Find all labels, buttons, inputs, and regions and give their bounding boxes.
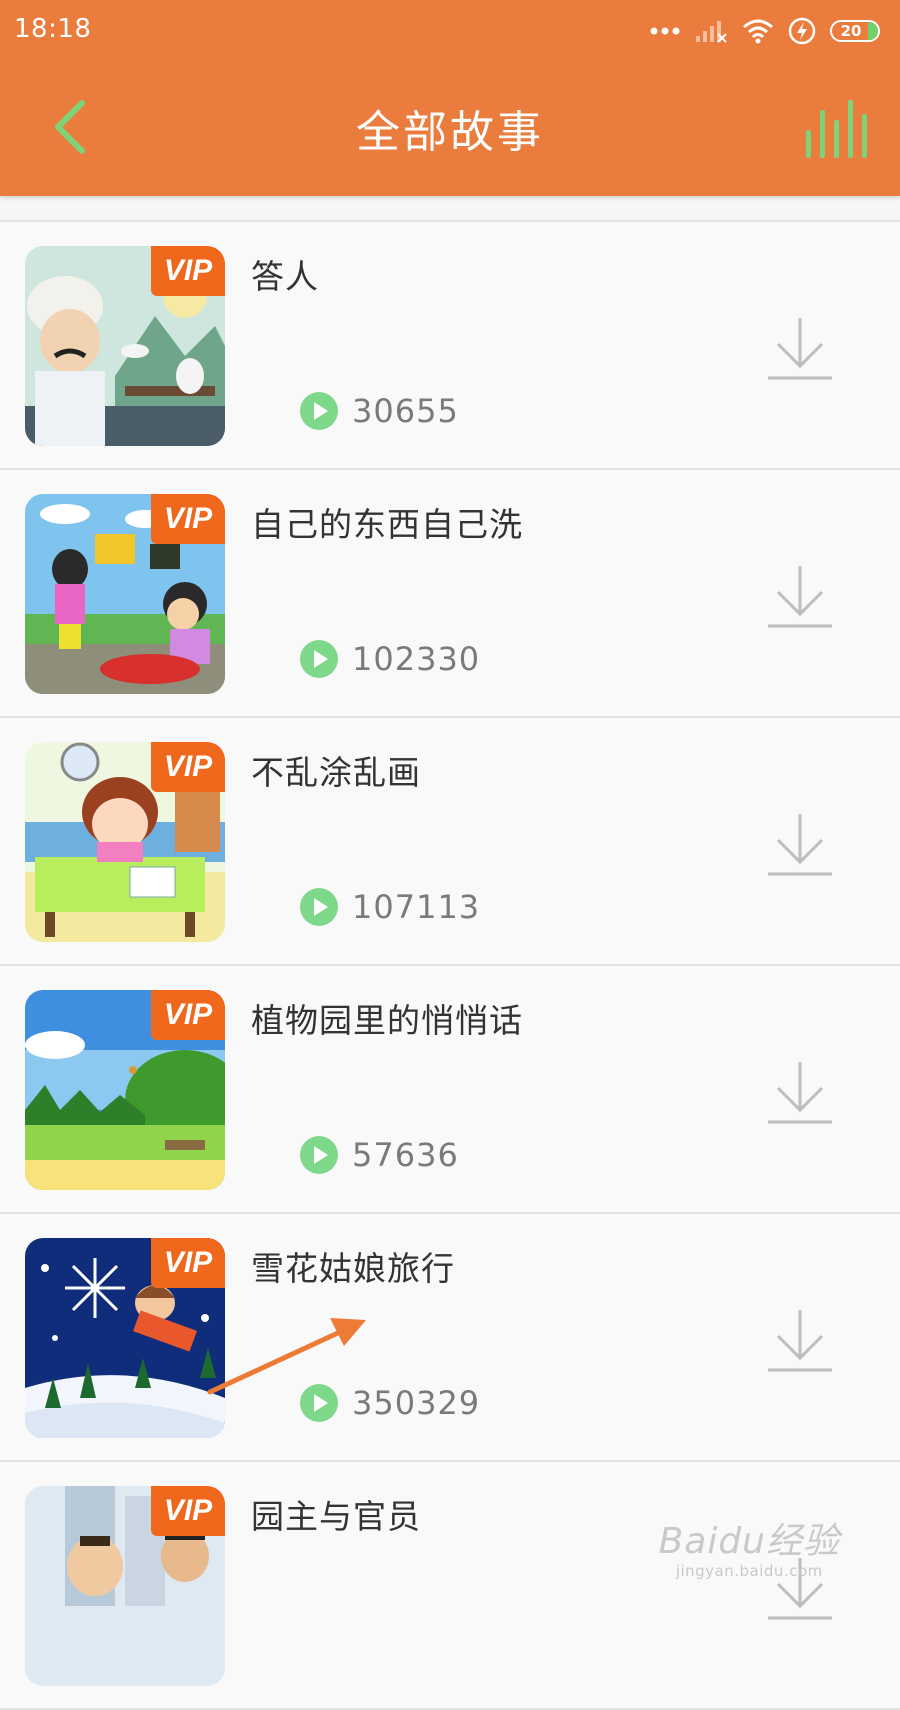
signal-icon [696, 21, 727, 43]
page-title: 全部故事 [356, 107, 544, 158]
story-title: 植物园里的悄悄话 [251, 1001, 523, 1040]
top-app-bar: 18:18 20 全部故事 [0, 0, 900, 196]
watermark-url: jingyan.baidu.com [675, 1562, 823, 1580]
watermark-logo: Baidu经验 [658, 1521, 840, 1562]
battery-level: 20 [840, 22, 862, 40]
story-item[interactable]: VIP 自己的东西自己洗 102330 [0, 470, 900, 718]
vip-badge: VIP [151, 1486, 225, 1536]
play-count: 107113 [352, 888, 481, 926]
watermark: Baidu经验 jingyan.baidu.com [659, 1512, 840, 1580]
story-cover-image: VIP [25, 494, 225, 694]
vip-badge: VIP [151, 742, 225, 792]
download-icon[interactable] [764, 560, 836, 632]
download-icon[interactable] [764, 312, 836, 384]
download-icon[interactable] [764, 1056, 836, 1128]
more-dots-icon [650, 27, 680, 35]
story-title: 雪花姑娘旅行 [251, 1249, 455, 1288]
story-item[interactable]: VIP 植物园里的悄悄话 57636 [0, 966, 900, 1214]
story-item[interactable]: VIP 雪花姑娘旅行 350329 [0, 1214, 900, 1462]
status-icons: 20 [650, 14, 880, 48]
equalizer-icon[interactable] [800, 96, 870, 162]
battery-indicator: 20 [830, 20, 880, 42]
play-icon [300, 1384, 338, 1422]
play-icon [300, 888, 338, 926]
story-title: 自己的东西自己洗 [251, 505, 523, 544]
story-title: 答人 [251, 257, 319, 296]
play-count: 102330 [352, 640, 481, 678]
story-list: VIP 答人 30655 VIP 自己的东西自己洗 102330 VIP 不乱涂… [0, 220, 900, 1710]
play-count-row: 57636 [300, 1136, 459, 1174]
wifi-icon [743, 19, 773, 44]
vip-badge: VIP [151, 494, 225, 544]
vip-badge: VIP [151, 990, 225, 1040]
story-item[interactable]: VIP 园主与官员 [0, 1462, 900, 1710]
story-item[interactable]: VIP 答人 30655 [0, 222, 900, 470]
play-icon [300, 1136, 338, 1174]
story-cover-image: VIP [25, 1238, 225, 1438]
play-icon [300, 392, 338, 430]
vip-badge: VIP [151, 246, 225, 296]
play-count-row: 30655 [300, 392, 459, 430]
status-time: 18:18 [14, 14, 92, 44]
charging-icon [788, 17, 816, 45]
play-count: 30655 [352, 392, 459, 430]
story-cover-image: VIP [25, 990, 225, 1190]
play-count-row: 107113 [300, 888, 480, 926]
download-icon[interactable] [764, 808, 836, 880]
play-count-row: 102330 [300, 640, 480, 678]
status-bar: 18:18 20 [0, 0, 900, 62]
story-cover-image: VIP [25, 246, 225, 446]
vip-badge: VIP [151, 1238, 225, 1288]
story-cover-image: VIP [25, 1486, 225, 1686]
play-count-row: 350329 [300, 1384, 480, 1422]
story-item[interactable]: VIP 不乱涂乱画 107113 [0, 718, 900, 966]
play-icon [300, 640, 338, 678]
story-title: 园主与官员 [251, 1497, 421, 1536]
download-icon[interactable] [764, 1304, 836, 1376]
play-count: 57636 [352, 1136, 459, 1174]
story-cover-image: VIP [25, 742, 225, 942]
play-count: 350329 [352, 1384, 481, 1422]
story-title: 不乱涂乱画 [251, 753, 421, 792]
